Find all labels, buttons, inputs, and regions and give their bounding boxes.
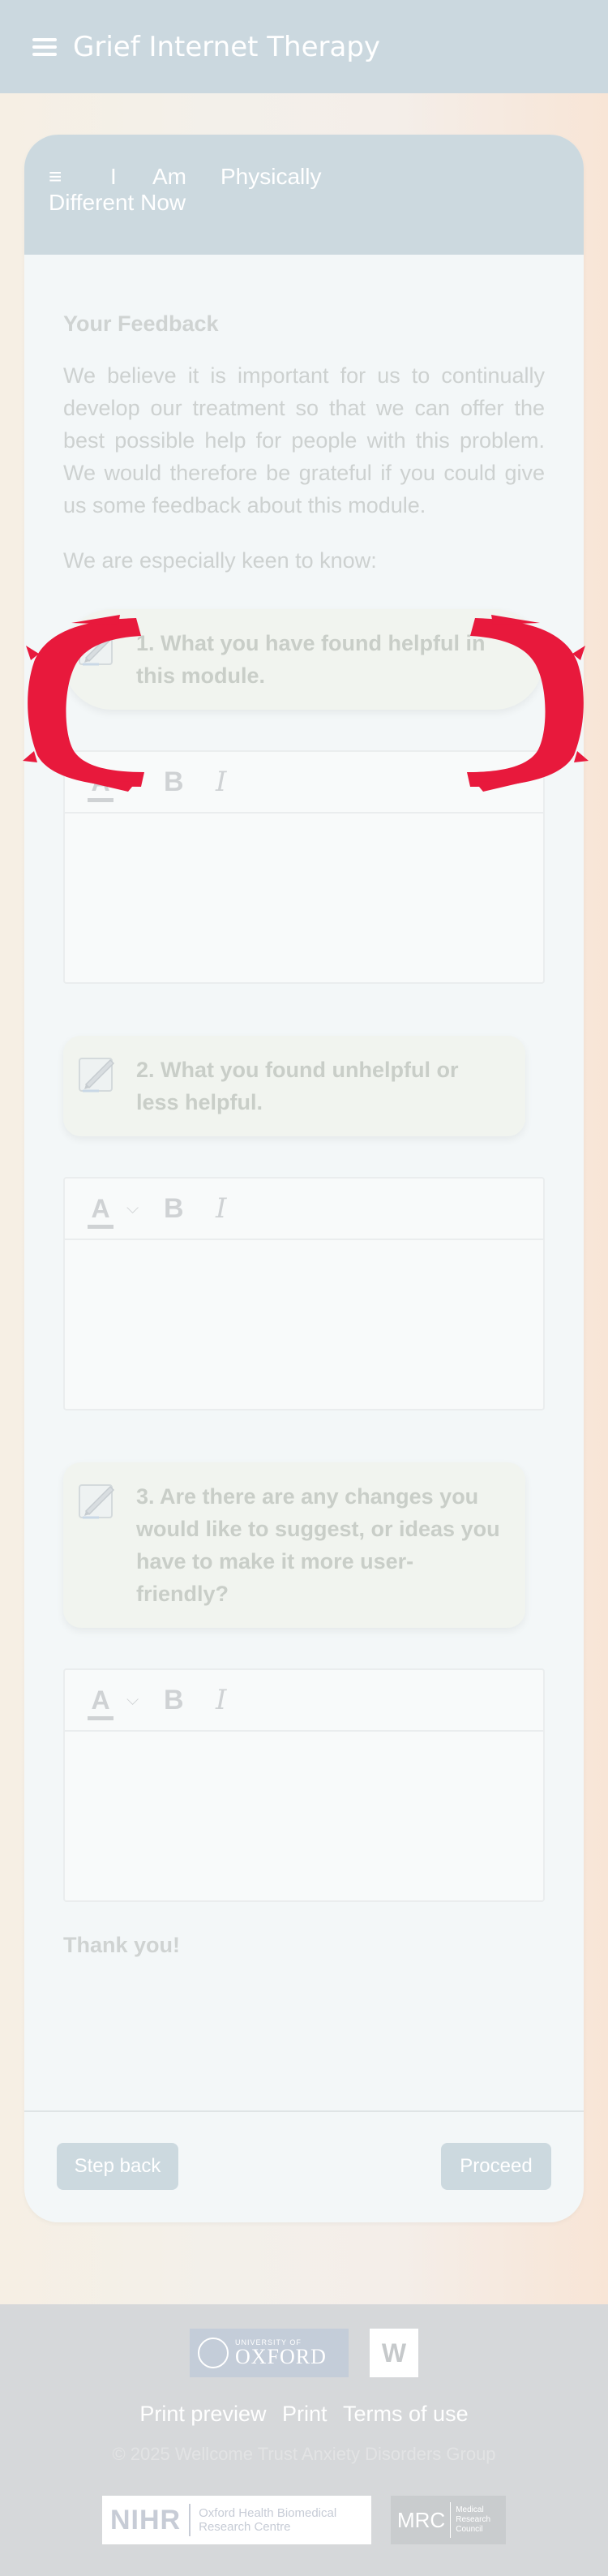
step-back-button[interactable]: Step back	[57, 2143, 178, 2190]
mrc-small-text-2: Research	[456, 2515, 491, 2524]
nihr-big-text: NIHR	[110, 2504, 182, 2535]
oxford-crest-icon	[198, 2338, 229, 2368]
module-title-line-2: Different Now	[49, 190, 186, 215]
copyright-text: © 2025 Wellcome Trust Anxiety Disorders …	[112, 2444, 496, 2464]
top-bar: Grief Internet Therapy	[0, 0, 608, 93]
answer-editor-2[interactable]: A ⌵ B I	[63, 1177, 545, 1410]
highlight-right-mark	[467, 615, 589, 792]
question-box-2: 2. What you found unhelpful or less help…	[63, 1036, 525, 1136]
module-card: ≡ I Am Physically Different Now Your Feedba…	[24, 135, 584, 2222]
app-title: Grief Internet Therapy	[73, 30, 381, 63]
pencil-note-icon	[79, 1058, 115, 1093]
feedback-keen: We are especially keen to know:	[63, 548, 377, 573]
print-link[interactable]: Print	[282, 2402, 328, 2426]
feedback-content: Your Feedback We believe it is important…	[24, 255, 584, 1958]
oxford-logo[interactable]: UNIVERSITY OF OXFORD	[190, 2329, 349, 2377]
chevron-down-icon[interactable]: ⌵	[126, 1200, 144, 1218]
proceed-button[interactable]: Proceed	[441, 2143, 551, 2190]
italic-button[interactable]: I	[216, 766, 240, 798]
wellcome-logo[interactable]: W	[370, 2329, 418, 2377]
print-preview-link[interactable]: Print preview	[139, 2402, 266, 2426]
partner-logos: UNIVERSITY OF OXFORD W	[0, 2329, 608, 2377]
nihr-small-text-2: Research Centre	[199, 2520, 291, 2534]
bold-button[interactable]: B	[164, 766, 196, 798]
oxford-big-text: OXFORD	[235, 2345, 327, 2368]
module-title-word-1: I	[110, 164, 117, 189]
answer-editor-3[interactable]: A ⌵ B I	[63, 1668, 545, 1902]
site-footer: UNIVERSITY OF OXFORD W Print preview Pri…	[0, 2304, 608, 2576]
module-title-word-2: Am	[152, 164, 186, 189]
question-text-3: 3. Are there are any changes you would l…	[136, 1484, 500, 1606]
hamburger-icon[interactable]	[32, 37, 57, 56]
feedback-intro: We believe it is important for us to con…	[63, 363, 545, 517]
italic-button[interactable]: I	[216, 1192, 240, 1225]
question-text-1: 1. What you have found helpful in this m…	[136, 631, 486, 688]
nihr-small-text-1: Oxford Health Biomedical	[199, 2506, 337, 2520]
terms-of-use-link[interactable]: Terms of use	[343, 2402, 469, 2426]
mrc-big-text: MRC	[397, 2507, 446, 2532]
thanks-text: Thank you!	[63, 1933, 181, 1957]
question-text-2: 2. What you found unhelpful or less help…	[136, 1058, 459, 1114]
footer-links: Print preview Print Terms of use	[0, 2402, 608, 2427]
module-menu-icon[interactable]: ≡	[49, 164, 97, 190]
mrc-small-text-3: Council	[456, 2525, 483, 2534]
highlight-left-mark	[23, 615, 144, 792]
text-color-button[interactable]: A	[86, 1194, 115, 1229]
bold-button[interactable]: B	[164, 1685, 196, 1716]
text-color-button[interactable]: A	[86, 1685, 115, 1720]
bold-button[interactable]: B	[164, 1193, 196, 1225]
card-divider	[24, 2110, 584, 2112]
editor-toolbar-3: A ⌵ B I	[65, 1670, 543, 1732]
chevron-down-icon[interactable]: ⌵	[126, 1691, 144, 1710]
module-title-word-3: Physically	[221, 164, 322, 189]
editor-toolbar-2: A ⌵ B I	[65, 1179, 543, 1240]
question-box-3: 3. Are there are any changes you would l…	[63, 1462, 525, 1628]
italic-button[interactable]: I	[216, 1684, 240, 1716]
mrc-logo[interactable]: MRC Medical Research Council	[391, 2496, 506, 2544]
nihr-logo[interactable]: NIHR Oxford Health Biomedical Research C…	[102, 2496, 371, 2544]
mrc-small-text-1: Medical	[456, 2505, 484, 2514]
module-header: ≡ I Am Physically Different Now	[24, 135, 584, 255]
pencil-note-icon	[79, 1484, 115, 1519]
feedback-heading: Your Feedback	[63, 311, 219, 336]
